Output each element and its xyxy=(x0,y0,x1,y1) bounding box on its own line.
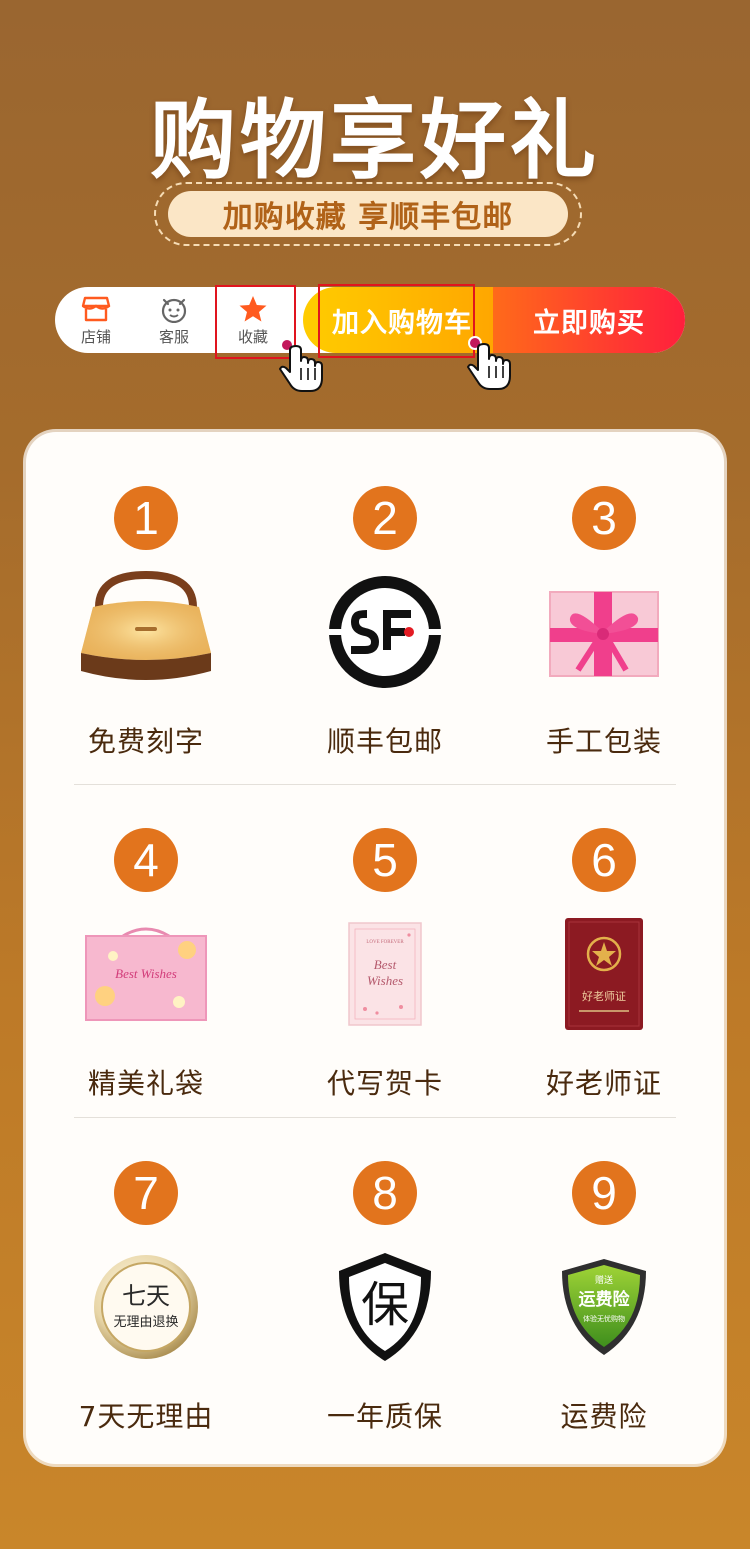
benefit-certificate: 6 好老师证 好老师证 xyxy=(488,828,720,1128)
svg-text:七天: 七天 xyxy=(122,1282,170,1310)
svg-text:体验无忧购物: 体验无忧购物 xyxy=(583,1314,625,1323)
svg-text:运费险: 运费险 xyxy=(579,1289,631,1310)
benefit-label: 好老师证 xyxy=(545,1067,662,1100)
svg-text:Wishes: Wishes xyxy=(367,973,403,988)
action-bar: 店铺 客服 收藏 加入购物车 立即购买 xyxy=(55,287,685,353)
gift-box-icon xyxy=(488,562,720,702)
benefit-number: 7 xyxy=(114,1161,178,1225)
benefit-engraving: 1 免费刻字 xyxy=(30,486,262,786)
row-divider xyxy=(74,784,676,785)
svg-text:赠送: 赠送 xyxy=(595,1274,613,1286)
benefit-number: 9 xyxy=(572,1161,636,1225)
certificate-icon: 好老师证 xyxy=(488,904,720,1044)
benefit-label: 运费险 xyxy=(560,1400,648,1433)
warranty-shield-icon: 保 xyxy=(269,1237,501,1377)
hand-cursor-icon xyxy=(279,338,323,392)
benefits-card: 1 免费刻字 2 顺丰包邮 3 手工包装 4 Best Wishes 精美礼袋 … xyxy=(26,432,724,1464)
benefit-gift-wrap: 3 手工包装 xyxy=(488,486,720,786)
greeting-card-icon: LOVE FOREVER Best Wishes xyxy=(269,904,501,1044)
benefit-label: 代写贺卡 xyxy=(326,1067,443,1100)
nav-customer-service[interactable]: 客服 xyxy=(139,294,209,350)
benefit-number: 8 xyxy=(353,1161,417,1225)
benefit-label: 精美礼袋 xyxy=(87,1067,204,1100)
benefit-label: 7天无理由 xyxy=(78,1400,214,1433)
subtitle-text: 加购收藏 享顺丰包邮 xyxy=(168,191,568,237)
benefit-seven-day-return: 7 七天 无理由退换 7天无理由 xyxy=(30,1161,262,1461)
benefit-label: 手工包装 xyxy=(545,725,662,758)
benefit-label: 顺丰包邮 xyxy=(326,725,443,758)
benefit-greeting-card: 5 LOVE FOREVER Best Wishes 代写贺卡 xyxy=(269,828,501,1128)
benefit-number: 6 xyxy=(572,828,636,892)
customer-service-icon xyxy=(139,294,209,324)
svg-text:LOVE FOREVER: LOVE FOREVER xyxy=(366,940,404,945)
benefit-warranty: 8 保 一年质保 xyxy=(269,1161,501,1461)
seven-day-return-badge-icon: 七天 无理由退换 xyxy=(30,1237,262,1377)
subtitle-banner: 加购收藏 享顺丰包邮 xyxy=(154,182,582,246)
gift-bag-icon: Best Wishes xyxy=(30,904,262,1044)
benefit-number: 2 xyxy=(353,486,417,550)
star-icon xyxy=(218,294,288,324)
benefit-number: 4 xyxy=(114,828,178,892)
nav-shop-label: 店铺 xyxy=(80,328,111,346)
wooden-lamp-icon xyxy=(30,562,262,702)
hand-cursor-icon xyxy=(467,336,511,390)
benefit-gift-bag: 4 Best Wishes 精美礼袋 xyxy=(30,828,262,1128)
svg-text:无理由退换: 无理由退换 xyxy=(113,1315,178,1330)
sf-express-logo xyxy=(269,562,501,702)
nav-customer-service-label: 客服 xyxy=(158,328,189,346)
benefit-sf-shipping: 2 顺丰包邮 xyxy=(269,486,501,786)
benefit-number: 5 xyxy=(353,828,417,892)
svg-text:Best: Best xyxy=(374,957,397,972)
benefit-number: 1 xyxy=(114,486,178,550)
svg-text:保: 保 xyxy=(361,1277,409,1333)
svg-text:好老师证: 好老师证 xyxy=(582,989,626,1003)
svg-text:Best Wishes: Best Wishes xyxy=(115,966,177,981)
nav-shop[interactable]: 店铺 xyxy=(61,294,131,350)
benefit-label: 免费刻字 xyxy=(87,725,204,758)
page-title: 购物享好礼 xyxy=(150,91,600,191)
shipping-insurance-shield-icon: 赠送 运费险 体验无忧购物 xyxy=(488,1237,720,1377)
benefit-shipping-insurance: 9 赠送 运费险 体验无忧购物 运费险 xyxy=(488,1161,720,1461)
benefit-label: 一年质保 xyxy=(326,1400,443,1433)
row-divider xyxy=(74,1117,676,1118)
buy-now-button[interactable]: 立即购买 xyxy=(493,287,685,353)
benefit-number: 3 xyxy=(572,486,636,550)
shop-icon xyxy=(61,294,131,324)
